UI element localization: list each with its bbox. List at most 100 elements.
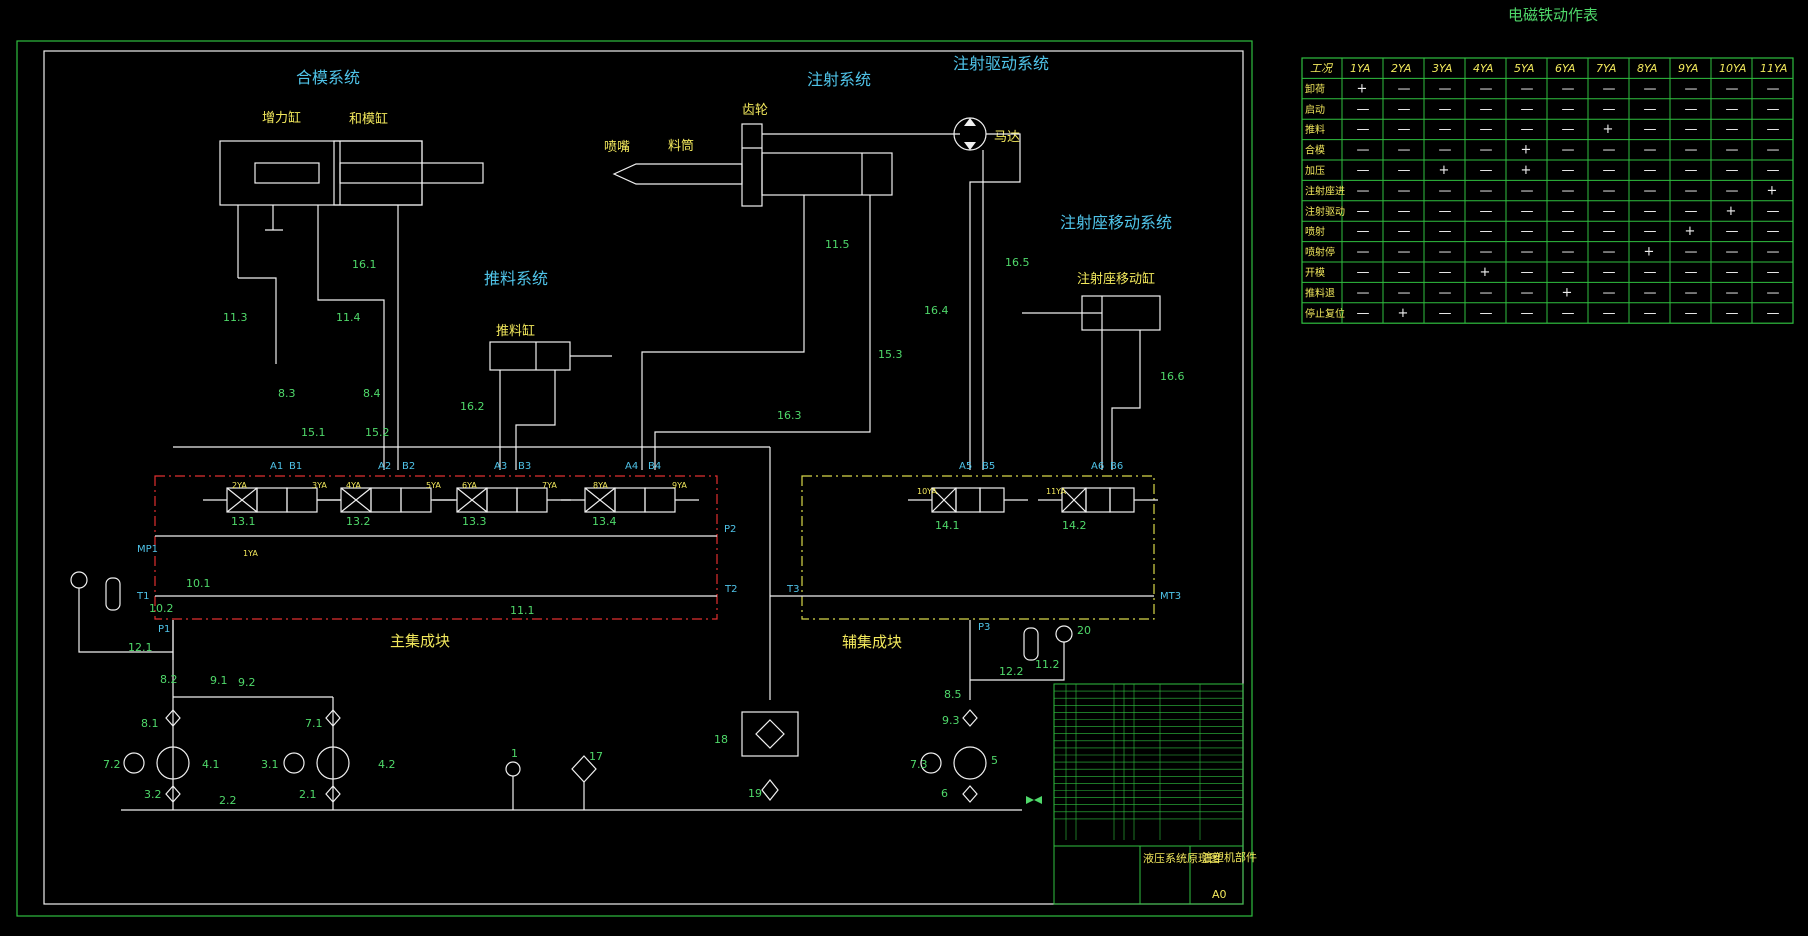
table-cell-mark: — xyxy=(1767,285,1780,300)
table-cell-mark: + xyxy=(1644,245,1655,260)
table-cell-mark: — xyxy=(1398,245,1411,260)
table-cell-mark: — xyxy=(1767,224,1780,239)
table-row-name: 推料 xyxy=(1305,123,1325,136)
label-feed-cylinder: 推料缸 xyxy=(496,323,535,339)
component-number: 16.1 xyxy=(352,258,377,271)
table-cell-mark: + xyxy=(1562,285,1573,300)
table-cell-mark: — xyxy=(1357,265,1370,280)
title-feed-system: 推料系统 xyxy=(484,269,548,288)
component-number: 11.2 xyxy=(1035,658,1060,671)
table-cell-mark: — xyxy=(1562,81,1575,96)
component-number: 15.2 xyxy=(365,426,390,439)
component-number: 7.1 xyxy=(305,717,323,730)
table-cell-mark: — xyxy=(1398,183,1411,198)
component-number: 19 xyxy=(748,787,762,800)
solenoid-label: 6YA xyxy=(462,481,477,490)
component-number: 3.1 xyxy=(261,758,279,771)
table-cell-mark: — xyxy=(1644,265,1657,280)
port-label: T1 xyxy=(136,591,149,602)
component-number: 13.1 xyxy=(231,515,256,528)
title-aux-manifold: 辅集成块 xyxy=(842,633,902,651)
table-cell-mark: — xyxy=(1439,102,1452,117)
table-cell-mark: — xyxy=(1357,183,1370,198)
title-injection-drive-system: 注射驱动系统 xyxy=(953,54,1049,73)
label-gear: 齿轮 xyxy=(742,103,768,118)
table-row-name: 喷射停 xyxy=(1305,246,1335,259)
table-cell-mark: — xyxy=(1562,245,1575,260)
component-number: 13.4 xyxy=(592,515,617,528)
table-cell-mark: + xyxy=(1603,122,1614,137)
clamp-cylinders xyxy=(219,140,484,470)
component-number: 17 xyxy=(589,750,603,763)
component-number: 15.1 xyxy=(301,426,326,439)
component-number: 10.1 xyxy=(186,577,211,590)
table-cell-mark: — xyxy=(1767,265,1780,280)
aux-manifold xyxy=(770,475,1155,700)
table-cell-mark: — xyxy=(1439,183,1452,198)
port-label: A3 xyxy=(494,461,507,472)
component-number: 12.1 xyxy=(128,641,153,654)
title-block: 液压系统原理图 注塑机部件 A0 xyxy=(1053,683,1257,905)
solenoid-label: 9YA xyxy=(672,481,687,490)
solenoid-label: 2YA xyxy=(232,481,247,490)
directional-valve xyxy=(561,487,699,513)
table-cell-mark: — xyxy=(1398,265,1411,280)
table-cell-mark: — xyxy=(1562,224,1575,239)
table-cell-mark: — xyxy=(1562,163,1575,178)
table-cell-mark: — xyxy=(1644,81,1657,96)
table-header: 8YA xyxy=(1637,62,1657,75)
port-label: MT3 xyxy=(1160,591,1181,602)
component-number: 2.2 xyxy=(219,794,237,807)
table-cell-mark: — xyxy=(1726,143,1739,158)
table-cell-mark: — xyxy=(1562,122,1575,137)
port-label: P3 xyxy=(978,622,990,633)
table-cell-mark: — xyxy=(1480,163,1493,178)
table-cell-mark: — xyxy=(1521,306,1534,321)
table-cell-mark: — xyxy=(1767,122,1780,137)
table-cell-mark: + xyxy=(1357,81,1368,96)
component-number: 9.3 xyxy=(942,714,960,727)
component-number: 9.2 xyxy=(238,676,256,689)
table-header: 7YA xyxy=(1596,62,1616,75)
table-cell-mark: — xyxy=(1644,306,1657,321)
table-cell-mark: — xyxy=(1644,122,1657,137)
table-cell-mark: — xyxy=(1685,306,1698,321)
table-cell-mark: — xyxy=(1439,265,1452,280)
label-motor: 马达 xyxy=(994,130,1020,145)
component-number: 3.2 xyxy=(144,788,162,801)
component-number: 8.1 xyxy=(141,717,159,730)
table-cell-mark: — xyxy=(1726,81,1739,96)
title-main-manifold: 主集成块 xyxy=(390,632,450,650)
table-cell-mark: — xyxy=(1726,163,1739,178)
table-cell-mark: — xyxy=(1603,204,1616,219)
solenoid-label: 8YA xyxy=(593,481,608,490)
table-cell-mark: + xyxy=(1767,183,1778,198)
component-number: 16.6 xyxy=(1160,370,1185,383)
table-cell-mark: — xyxy=(1480,204,1493,219)
table-cell-mark: — xyxy=(1685,285,1698,300)
table-cell-mark: — xyxy=(1562,143,1575,158)
component-number: 11.1 xyxy=(510,604,535,617)
solenoid-label: 11YA xyxy=(1046,487,1066,496)
port-label: A1 xyxy=(270,461,283,472)
table-row-name: 合模 xyxy=(1305,144,1325,157)
table-cell-mark: — xyxy=(1480,81,1493,96)
component-number: 5 xyxy=(991,754,998,767)
table-cell-mark: — xyxy=(1767,306,1780,321)
table-cell-mark: — xyxy=(1603,245,1616,260)
component-number: 14.2 xyxy=(1062,519,1087,532)
component-number: 4.1 xyxy=(202,758,220,771)
solenoid-label: 1YA xyxy=(243,549,258,558)
table-cell-mark: — xyxy=(1480,224,1493,239)
component-number: 16.3 xyxy=(777,409,802,422)
table-cell-mark: — xyxy=(1644,204,1657,219)
table-cell-mark: — xyxy=(1603,285,1616,300)
table-header: 2YA xyxy=(1391,62,1411,75)
table-cell-mark: — xyxy=(1480,143,1493,158)
table-row-name: 卸荷 xyxy=(1305,82,1325,95)
port-label: B3 xyxy=(518,461,531,472)
table-row-name: 加压 xyxy=(1305,165,1325,177)
table-cell-mark: — xyxy=(1521,285,1534,300)
table-row-name: 开模 xyxy=(1305,267,1325,279)
table-cell-mark: — xyxy=(1439,245,1452,260)
